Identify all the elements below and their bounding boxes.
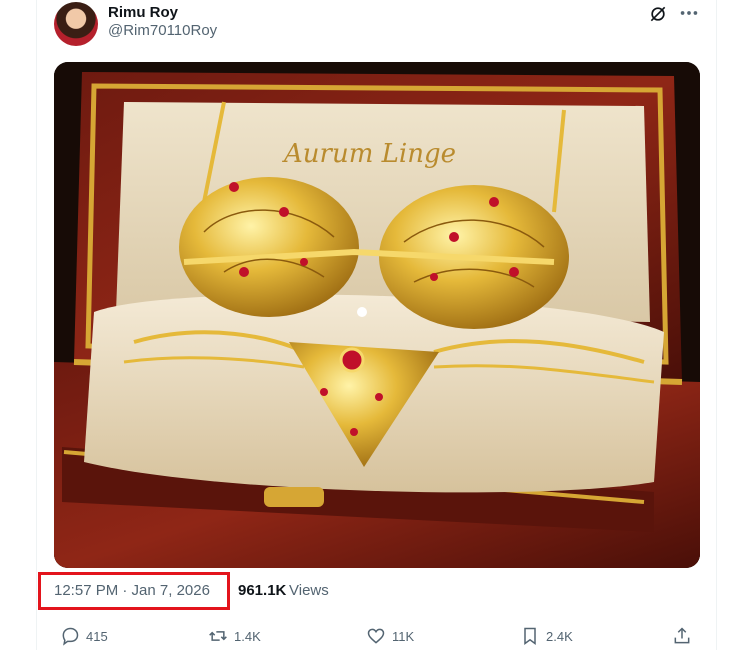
- reply-icon: [62, 627, 79, 646]
- reply-button[interactable]: 415: [60, 624, 108, 648]
- bookmark-button[interactable]: 2.4K: [520, 624, 573, 648]
- views-count: 961.1K: [238, 582, 287, 599]
- share-button[interactable]: [672, 624, 692, 648]
- like-button[interactable]: 11K: [366, 624, 414, 648]
- reply-count: 415: [86, 628, 108, 644]
- like-count: 11K: [392, 628, 415, 644]
- heart-icon: [367, 628, 385, 644]
- repost-icon: [209, 631, 227, 641]
- image-caption-text: Aurum Linge: [282, 139, 456, 169]
- timeline-border-left: [36, 0, 37, 650]
- bookmark-count: 2.4K: [546, 628, 573, 644]
- avatar[interactable]: [54, 2, 98, 46]
- timeline-border-right: [716, 0, 717, 650]
- tweet-timestamp[interactable]: 12:57 PM · Jan 7, 2026: [54, 582, 210, 599]
- repost-count: 1.4K: [234, 628, 261, 644]
- more-icon[interactable]: [678, 2, 700, 24]
- grok-icon[interactable]: [648, 4, 668, 24]
- tweet-image[interactable]: Aurum Linge: [54, 62, 700, 568]
- views-label: Views: [289, 582, 329, 599]
- repost-button[interactable]: 1.4K: [208, 624, 261, 648]
- bookmark-icon: [524, 627, 536, 645]
- share-icon: [674, 627, 690, 644]
- author-name[interactable]: Rimu Roy: [108, 4, 178, 21]
- author-handle[interactable]: @Rim70110Roy: [108, 22, 217, 39]
